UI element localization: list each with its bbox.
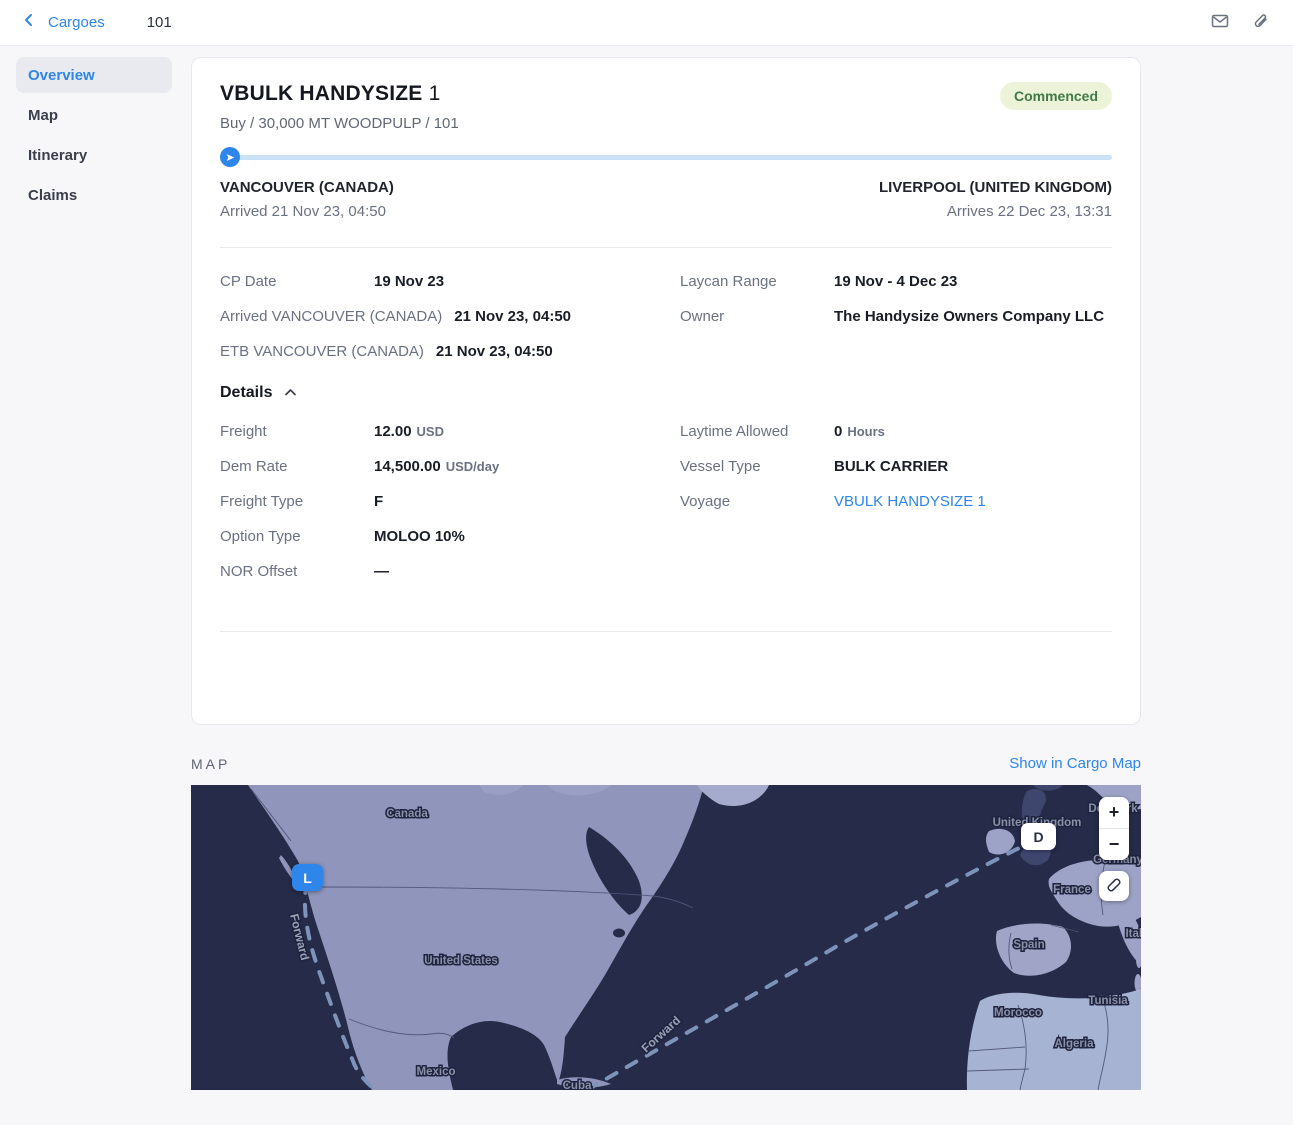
sidebar-item-overview[interactable]: Overview [16,57,172,93]
load-port-status: Arrived 21 Nov 23, 04:50 [220,203,394,220]
chevron-up-icon [284,384,297,402]
map-zoom-control: + − [1099,797,1129,860]
load-port-marker[interactable]: L [292,864,323,891]
voyage-link[interactable]: VBULK HANDYSIZE 1 [834,493,986,511]
divider [220,247,1112,248]
progress-track [229,155,1112,160]
cargo-subtitle: Buy / 30,000 MT WOODPULP / 101 [220,115,459,132]
details-grid: Freight12.00USD Dem Rate14,500.00USD/day… [220,423,1112,581]
zoom-out-button[interactable]: − [1099,829,1129,860]
summary-row-cp-date: CP Date19 Nov 23 [220,273,680,291]
water-great-lakes [632,936,642,944]
attachment-button[interactable] [1245,8,1275,38]
zoom-in-button[interactable]: + [1099,797,1129,828]
map-label-italy: Italy [1125,928,1141,940]
discharge-port-status: Arrives 22 Dec 23, 13:31 [879,203,1112,220]
detail-row-dem-rate: Dem Rate14,500.00USD/day [220,458,680,476]
map-canvas: Forward Forward Canada United States Mex… [191,785,1141,1090]
sidebar-item-itinerary[interactable]: Itinerary [16,137,172,173]
load-port-block: VANCOUVER (CANADA) Arrived 21 Nov 23, 04… [220,179,394,220]
map-label-united-states: United States [424,955,498,967]
map-label-morocco: Morocco [994,1007,1042,1019]
mail-button[interactable] [1205,8,1235,38]
mail-icon [1211,13,1229,32]
topbar: Cargoes 101 [0,0,1293,46]
measure-button[interactable] [1099,871,1129,901]
detail-row-option-type: Option TypeMOLOO 10% [220,528,680,546]
sidebar-item-claims[interactable]: Claims [16,177,172,213]
detail-row-freight-type: Freight TypeF [220,493,680,511]
map[interactable]: Forward Forward Canada United States Mex… [191,785,1141,1090]
discharge-port-name: LIVERPOOL (UNITED KINGDOM) [879,179,1112,196]
summary-grid: CP Date19 Nov 23 Arrived VANCOUVER (CANA… [220,273,1112,361]
discharge-port-block: LIVERPOOL (UNITED KINGDOM) Arrives 22 De… [879,179,1112,220]
map-label-tunisia: Tunisia [1088,995,1128,1007]
main-content: VBULK HANDYSIZE 1 Buy / 30,000 MT WOODPU… [191,57,1141,1090]
detail-row-freight: Freight12.00USD [220,423,680,441]
detail-row-vessel-type: Vessel TypeBULK CARRIER [680,458,1112,476]
map-label-algeria: Algeria [1055,1038,1095,1050]
ruler-icon [1106,877,1122,896]
sidebar: Overview Map Itinerary Claims [16,57,172,1090]
summary-row-owner: OwnerThe Handysize Owners Company LLC [680,308,1112,326]
detail-row-laytime: Laytime Allowed0Hours [680,423,1112,441]
detail-row-nor-offset: NOR Offset— [220,563,680,581]
voyage-progress-bar [220,147,1112,167]
chevron-left-icon [22,12,36,33]
water-great-lakes [648,943,656,949]
details-toggle[interactable]: Details [220,384,1112,402]
vessel-position-icon [220,147,240,167]
map-label-canada: Canada [386,808,428,820]
summary-row-arrived: Arrived VANCOUVER (CANADA)21 Nov 23, 04:… [220,308,680,326]
detail-row-voyage: VoyageVBULK HANDYSIZE 1 [680,493,1112,511]
breadcrumb-cargoes[interactable]: Cargoes [48,14,105,31]
status-badge: Commenced [1000,82,1112,110]
map-label-mexico: Mexico [417,1066,456,1078]
show-in-cargo-map-link[interactable]: Show in Cargo Map [1009,755,1141,772]
details-title: Details [220,384,272,402]
sidebar-item-map[interactable]: Map [16,97,172,133]
discharge-port-marker[interactable]: D [1021,823,1056,850]
route-forward-label: Forward [639,1013,684,1055]
map-label-cuba: Cuba [563,1080,592,1090]
summary-row-etb: ETB VANCOUVER (CANADA)21 Nov 23, 04:50 [220,343,680,361]
water-great-lakes [613,929,625,938]
map-label-spain: Spain [1013,939,1044,951]
back-button[interactable]: Cargoes [22,12,105,33]
cargo-id: 101 [147,14,172,31]
map-section-title: MAP [191,756,230,772]
cargo-card: VBULK HANDYSIZE 1 Buy / 30,000 MT WOODPU… [191,57,1141,725]
paperclip-icon [1252,13,1269,33]
land-sardinia [1135,974,1142,992]
page-title: VBULK HANDYSIZE 1 [220,82,459,106]
land-greenland [697,785,769,806]
divider [220,631,1112,632]
summary-row-laycan: Laycan Range19 Nov - 4 Dec 23 [680,273,1112,291]
map-label-france: France [1053,884,1091,896]
load-port-name: VANCOUVER (CANADA) [220,179,394,196]
